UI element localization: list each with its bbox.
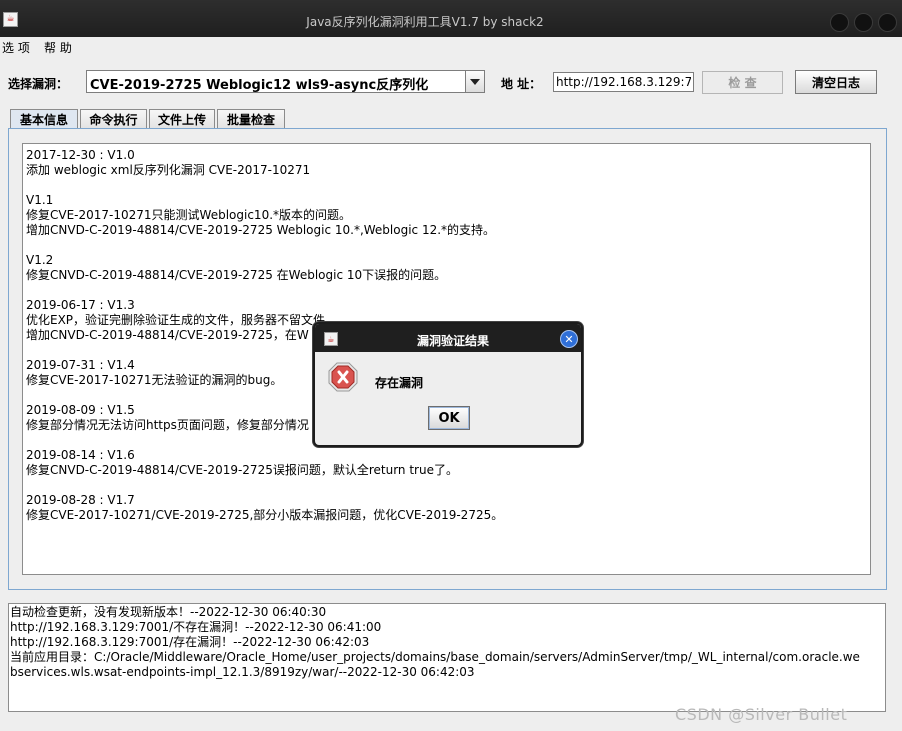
log-line: http://192.168.3.129:7001/存在漏洞！--2022-12…: [10, 635, 370, 649]
info-line: [26, 178, 867, 193]
close-window-button[interactable]: [878, 13, 897, 32]
info-line: [26, 283, 867, 298]
tab-batch-check[interactable]: 批量检查: [217, 109, 285, 128]
check-button[interactable]: 检 查: [702, 71, 783, 94]
log-line: 自动检查更新，没有发现新版本！--2022-12-30 06:40:30: [10, 605, 327, 619]
error-icon: [328, 362, 358, 392]
maximize-button[interactable]: [854, 13, 873, 32]
log-text-area[interactable]: 自动检查更新，没有发现新版本！--2022-12-30 06:40:30 htt…: [8, 603, 886, 712]
chevron-down-icon[interactable]: [465, 71, 484, 92]
log-line: 当前应用目录：C:/Oracle/Middleware/Oracle_Home/…: [10, 650, 860, 664]
close-icon[interactable]: ✕: [560, 330, 578, 348]
clear-log-button[interactable]: 清空日志: [795, 70, 877, 94]
address-label: 地 址：: [501, 77, 542, 91]
info-line: 修复CNVD-C-2019-48814/CVE-2019-2725 在Weblo…: [26, 268, 447, 282]
vuln-select-value: CVE-2019-2725 Weblogic12 wls9-async反序列化: [90, 78, 429, 93]
select-vuln-label: 选择漏洞：: [8, 77, 69, 91]
window-titlebar[interactable]: ☕ Java反序列化漏洞利用工具V1.7 by shack2: [0, 0, 902, 37]
ok-button[interactable]: OK: [428, 406, 470, 430]
info-line: 修复CNVD-C-2019-48814/CVE-2019-2725误报问题，默认…: [26, 463, 458, 477]
vuln-select[interactable]: CVE-2019-2725 Weblogic12 wls9-async反序列化: [86, 70, 485, 93]
info-line: 修复CVE-2017-10271/CVE-2019-2725,部分小版本漏报问题…: [26, 508, 504, 522]
minimize-button[interactable]: [830, 13, 849, 32]
menu-options[interactable]: 选 项: [2, 39, 30, 56]
info-line: 2019-08-28 : V1.7: [26, 493, 135, 507]
info-line: [26, 478, 867, 493]
menu-bar: 选 项 帮 助: [0, 37, 902, 58]
dialog-title: 漏洞验证结果: [416, 334, 489, 348]
watermark: CSDN @Silver Bullet: [675, 705, 848, 724]
tab-basic-info[interactable]: 基本信息: [10, 109, 78, 128]
log-line: http://192.168.3.129:7001/不存在漏洞！--2022-1…: [10, 620, 382, 634]
dialog-message: 存在漏洞: [375, 376, 424, 390]
info-line: V1.2: [26, 253, 54, 267]
tab-command-exec[interactable]: 命令执行: [80, 109, 147, 128]
info-line: 修复CVE-2017-10271只能测试Weblogic10.*版本的问题。: [26, 208, 352, 222]
info-line: 2017-12-30 : V1.0: [26, 148, 135, 162]
info-line: 2019-06-17 : V1.3: [26, 298, 135, 312]
dialog-titlebar[interactable]: ☕ 漏洞验证结果 ✕: [315, 324, 581, 352]
info-line: [26, 238, 867, 253]
info-line: 添加 weblogic xml反序列化漏洞 CVE-2017-10271: [26, 163, 311, 177]
info-line: V1.1: [26, 193, 54, 207]
tab-file-upload[interactable]: 文件上传: [149, 109, 215, 128]
address-input[interactable]: [553, 72, 694, 92]
window-title: Java反序列化漏洞利用工具V1.7 by shack2: [306, 15, 544, 29]
app-window: ☕ Java反序列化漏洞利用工具V1.7 by shack2 选 项 帮 助 选…: [0, 0, 902, 731]
result-dialog: ☕ 漏洞验证结果 ✕ 存在漏洞 OK: [313, 322, 583, 447]
info-line: 增加CNVD-C-2019-48814/CVE-2019-2725 Weblog…: [26, 223, 496, 237]
menu-help[interactable]: 帮 助: [44, 39, 72, 56]
log-line: bservices.wls.wsat-endpoints-impl_12.1.3…: [10, 665, 475, 679]
info-line: 2019-08-14 : V1.6: [26, 448, 135, 462]
